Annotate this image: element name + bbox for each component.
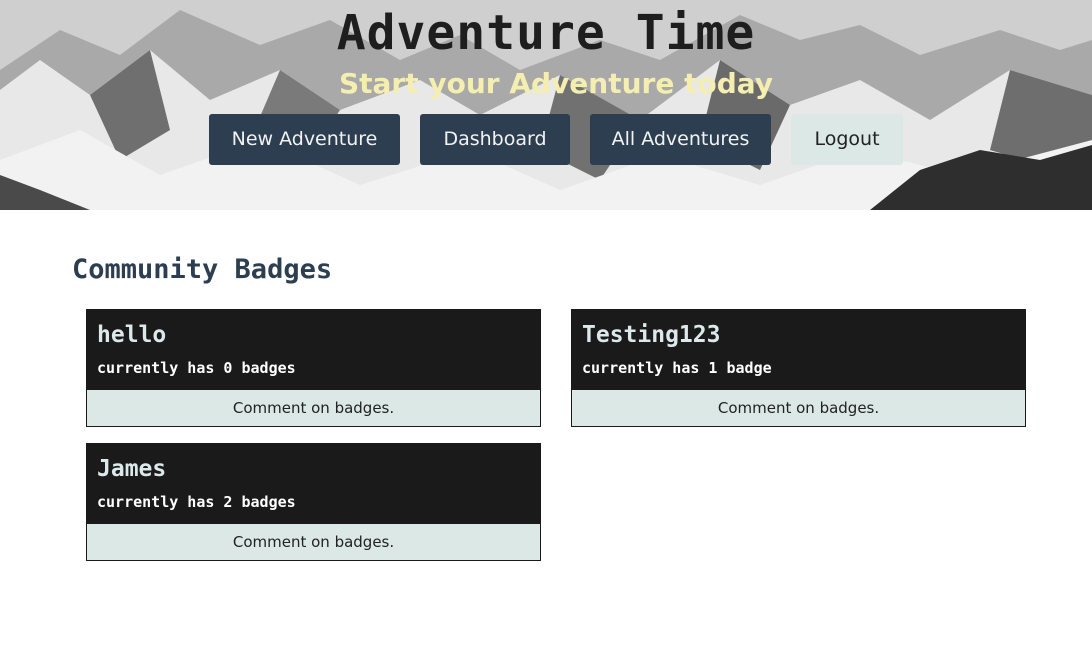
main-nav: New Adventure Dashboard All Adventures L… [0,114,1092,165]
user-badge-card: Testing123 currently has 1 badge Comment… [571,309,1026,427]
user-name: James [97,456,167,482]
badge-count: currently has 1 badge [582,359,772,377]
user-badge-card: James currently has 2 badges Comment on … [86,443,541,561]
dashboard-button[interactable]: Dashboard [420,114,570,165]
comment-on-badges-link[interactable]: Comment on badges. [572,390,1025,426]
new-adventure-button[interactable]: New Adventure [209,114,400,165]
user-name: Testing123 [582,322,721,348]
site-tagline: Start your Adventure today [338,67,774,100]
hero-header: Adventure Time Start your Adventure toda… [0,0,1092,210]
section-title: Community Badges [72,254,333,285]
all-adventures-button[interactable]: All Adventures [590,114,771,165]
site-title: Adventure Time [336,5,756,61]
card-header: Testing123 currently has 1 badge [572,310,1025,390]
badge-count: currently has 0 badges [97,359,296,377]
user-name: hello [97,322,167,348]
comment-on-badges-link[interactable]: Comment on badges. [87,390,540,426]
badge-count: currently has 2 badges [97,493,296,511]
logout-button[interactable]: Logout [791,114,903,165]
user-badge-card: hello currently has 0 badges Comment on … [86,309,541,427]
card-header: James currently has 2 badges [87,444,540,524]
card-header: hello currently has 0 badges [87,310,540,390]
comment-on-badges-link[interactable]: Comment on badges. [87,524,540,560]
